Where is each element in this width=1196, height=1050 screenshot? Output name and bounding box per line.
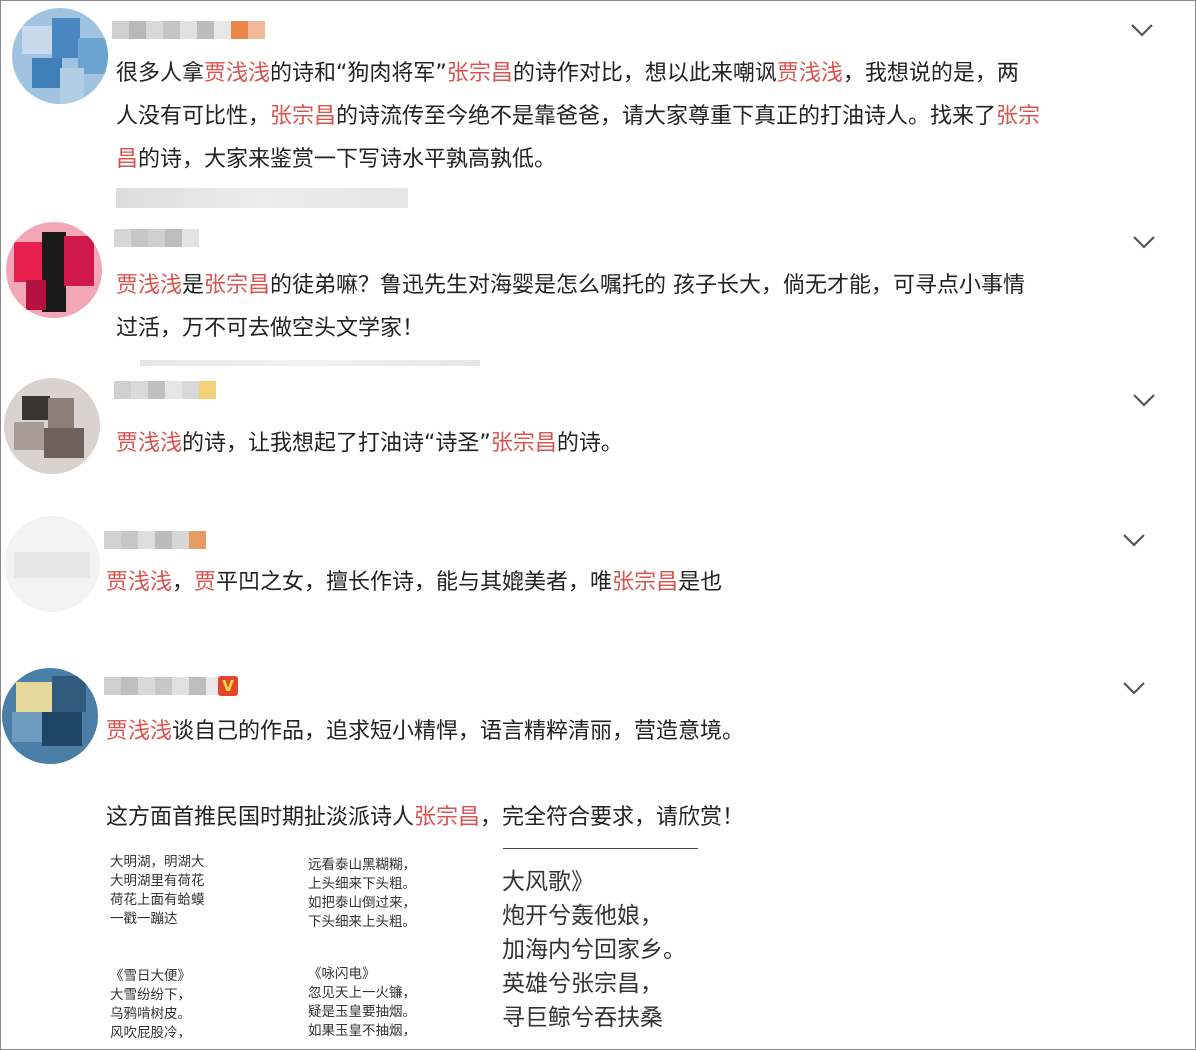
comment-text: 贾浅浅，贾平凹之女，擅长作诗，能与其媲美者，唯张宗昌是也 [106,561,722,604]
comment-segment: 是 [182,273,205,298]
highlight-name: 贾浅浅 [116,431,183,456]
comment-text: 很多人拿贾浅浅的诗和“狗肉将军”张宗昌的诗作对比，想以此来嘲讽贾浅浅，我想说的是… [116,52,1040,181]
poem-big: 大风歌》 炮开兮轰他娘， 加海内兮回家乡。 英雄兮张宗昌， 寻巨鲸兮吞扶桑 [502,865,686,1035]
poem-image[interactable]: 大明湖，明湖大 大明湖里有荷花 荷花上面有蛤蟆 一戳一蹦达 《雪日大便》 大雪纷… [104,843,704,1048]
highlight-name: 贾浅浅 [204,61,271,86]
highlight-name: 张宗昌 [270,104,337,129]
comment-segment: 的诗。 [556,431,623,456]
comment-line: 人没有可比性，张宗昌的诗流传至今绝不是靠爸爸，请大家尊重下真正的打油诗人。找来了… [116,95,1040,138]
highlight-name: 张宗昌 [414,805,481,830]
poem-col1-top: 大明湖，明湖大 大明湖里有荷花 荷花上面有蛤蟆 一戳一蹦达 [110,853,205,929]
poem-col1-bottom: 《雪日大便》 大雪纷纷下， 乌鸦啃树皮。 风吹屁股冷， [110,967,191,1043]
poem-line: 英雄兮张宗昌， [502,971,663,997]
comment-segment: ，我想说的是，两 [842,61,1019,86]
poem-line: 远看泰山黑糊糊， [308,857,416,873]
poem-line: 忽见天上一火镰， [308,985,416,1001]
verified-badge-icon: V [218,676,238,696]
comment-segment: 的诗作对比，想以此来嘲讽 [512,61,777,86]
poem-line: 炮开兮轰他娘， [502,903,663,929]
highlight-name: 昌 [116,147,139,172]
comment-segment: 的诗和“狗肉将军” [270,61,447,86]
avatar[interactable] [12,8,108,104]
poem-line: 乌鸦啃树皮。 [110,1006,191,1022]
comment-segment: 平凹之女，擅长作诗，能与其媲美者，唯 [216,570,613,595]
divider [503,848,698,849]
poem-line: 加海内兮回家乡。 [502,937,686,963]
comment-segment: 过活，万不可去做空头文学家！ [116,316,425,341]
avatar[interactable] [2,668,98,764]
highlight-name: 张宗昌 [204,273,271,298]
poem-line: 荷花上面有蛤蟆 [110,892,205,908]
comment-line [106,753,744,796]
chevron-down-icon[interactable] [1120,530,1148,550]
username[interactable] [104,676,223,696]
image-preview-strip[interactable] [140,360,480,366]
poem-line: 如把泰山倒过来， [308,895,416,911]
comment-line: 这方面首推民国时期扯淡派诗人张宗昌，完全符合要求，请欣赏！ [106,796,744,839]
avatar[interactable] [6,222,102,318]
poem-line: 《咏闪电》 [308,966,376,982]
highlight-name: 张宗昌 [446,61,513,86]
comment-segment: 的诗，大家来鉴赏一下写诗水平孰高孰低。 [138,147,557,172]
comment-segment: ，完全符合要求，请欣赏！ [480,805,745,830]
poem-col2-top: 远看泰山黑糊糊， 上头细来下头粗。 如把泰山倒过来， 下头细来上头粗。 [308,856,416,932]
comment-text: 贾浅浅是张宗昌的徒弟嘛？鲁迅先生对海婴是怎么嘱托的 孩子长大，倘无才能，可寻点小… [116,264,1025,350]
poem-line: 如果玉皇不抽烟， [308,1023,416,1039]
highlight-name: 贾浅浅 [116,273,183,298]
username[interactable] [114,380,216,400]
comment-segment: 的诗流传至今绝不是靠爸爸，请大家尊重下真正的打油诗人。找来了 [336,104,997,129]
poem-line: 寻巨鲸兮吞扶桑 [502,1005,663,1031]
comment-segment: 人没有可比性， [116,104,271,129]
poem-line: 下头细来上头粗。 [308,914,416,930]
image-preview-strip[interactable] [116,188,408,208]
comment-line: 贾浅浅谈自己的作品，追求短小精悍，语言精粹清丽，营造意境。 [106,710,744,753]
comment-segment: 谈自己的作品，追求短小精悍，语言精粹清丽，营造意境。 [172,719,745,744]
comment-line: 昌的诗，大家来鉴赏一下写诗水平孰高孰低。 [116,138,1040,181]
comment-line: 贾浅浅是张宗昌的徒弟嘛？鲁迅先生对海婴是怎么嘱托的 孩子长大，倘无才能，可寻点小… [116,264,1025,307]
poem-line: 大明湖里有荷花 [110,873,205,889]
poem-line: 《雪日大便》 [110,968,191,984]
highlight-name: 贾浅浅 [106,570,173,595]
avatar[interactable] [4,378,100,474]
poem-line: 疑是玉皇要抽烟。 [308,1004,416,1020]
comment-line: 贾浅浅的诗，让我想起了打油诗“诗圣”张宗昌的诗。 [116,422,623,465]
chevron-down-icon[interactable] [1128,20,1156,40]
comment-segment: 的诗，让我想起了打油诗“诗圣” [182,431,491,456]
username[interactable] [112,20,265,40]
comment-segment: 的徒弟嘛？鲁迅先生对海婴是怎么嘱托的 孩子长大，倘无才能，可寻点小事情 [270,273,1026,298]
comment-segment: 是也 [678,570,723,595]
comment-line: 很多人拿贾浅浅的诗和“狗肉将军”张宗昌的诗作对比，想以此来嘲讽贾浅浅，我想说的是… [116,52,1040,95]
chevron-down-icon[interactable] [1120,678,1148,698]
comment-segment: ， [172,570,195,595]
poem-col2-bottom: 《咏闪电》 忽见天上一火镰， 疑是玉皇要抽烟。 如果玉皇不抽烟， [308,965,416,1041]
comment-line: 过活，万不可去做空头文学家！ [116,307,1025,350]
poem-line: 一戳一蹦达 [110,911,178,927]
poem-line: 上头细来下头粗。 [308,876,416,892]
comment-line: 贾浅浅，贾平凹之女，擅长作诗，能与其媲美者，唯张宗昌是也 [106,561,722,604]
highlight-name: 贾 [194,570,217,595]
highlight-name: 贾浅浅 [106,719,173,744]
chevron-down-icon[interactable] [1130,232,1158,252]
username[interactable] [104,530,206,550]
avatar[interactable] [4,516,100,612]
comment-segment: 很多人拿 [116,61,205,86]
comment-segment: 这方面首推民国时期扯淡派诗人 [106,805,415,830]
comment-text: 贾浅浅谈自己的作品，追求短小精悍，语言精粹清丽，营造意境。 这方面首推民国时期扯… [106,710,744,839]
chevron-down-icon[interactable] [1130,390,1158,410]
username[interactable] [114,228,199,248]
poem-line: 大明湖，明湖大 [110,854,205,870]
highlight-name: 张宗 [996,104,1041,129]
poem-line: 大雪纷纷下， [110,987,191,1003]
comment-text: 贾浅浅的诗，让我想起了打油诗“诗圣”张宗昌的诗。 [116,422,623,465]
highlight-name: 贾浅浅 [776,61,843,86]
poem-line: 风吹屁股冷， [110,1025,191,1041]
poem-line: 大风歌》 [502,869,594,895]
highlight-name: 张宗昌 [490,431,557,456]
highlight-name: 张宗昌 [612,570,679,595]
